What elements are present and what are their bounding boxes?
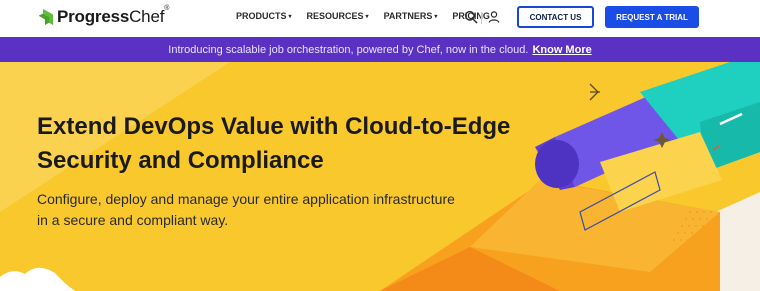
chevron-down-icon: ▾: [288, 13, 292, 20]
hero-title-line: Security and Compliance: [37, 147, 324, 174]
brand-logo[interactable]: ProgressChef®: [39, 5, 170, 27]
top-navigation: ProgressChef® PRODUCTS ▾ RESOURCES ▾ PARTN…: [0, 0, 760, 37]
request-trial-button[interactable]: REQUEST A TRIAL: [605, 6, 699, 28]
nav-divider: [481, 12, 482, 24]
know-more-link[interactable]: Know More: [532, 44, 591, 56]
announcement-text: Introducing scalable job orchestration, …: [168, 43, 529, 56]
nav-item-products[interactable]: PRODUCTS ▾: [236, 11, 292, 21]
hero-cloud-shape: [0, 267, 75, 291]
hero-subtitle: Configure, deploy and manage your entire…: [37, 189, 467, 231]
user-icon[interactable]: [487, 10, 501, 24]
brand-name: ProgressChef®: [57, 5, 170, 26]
hero-section: Extend DevOps Value with Cloud-to-Edge S…: [0, 62, 760, 291]
nav-item-partners[interactable]: PARTNERS ▾: [384, 11, 438, 21]
announcement-banner: Introducing scalable job orchestration, …: [0, 37, 760, 62]
chevron-down-icon: ▾: [365, 13, 369, 20]
hero-subtitle-line: in a secure and compliant way.: [37, 212, 229, 228]
progress-logo-icon: [39, 9, 53, 25]
chevron-down-icon: ▾: [434, 13, 438, 20]
nav-item-resources[interactable]: RESOURCES ▾: [307, 11, 369, 21]
hero-title: Extend DevOps Value with Cloud-to-Edge S…: [37, 110, 557, 178]
contact-us-button[interactable]: CONTACT US: [517, 6, 594, 28]
hero-title-line: Extend DevOps Value with Cloud-to-Edge: [37, 113, 511, 140]
hero-subtitle-line: Configure, deploy and manage your entire…: [37, 191, 455, 207]
search-icon[interactable]: [464, 10, 478, 24]
